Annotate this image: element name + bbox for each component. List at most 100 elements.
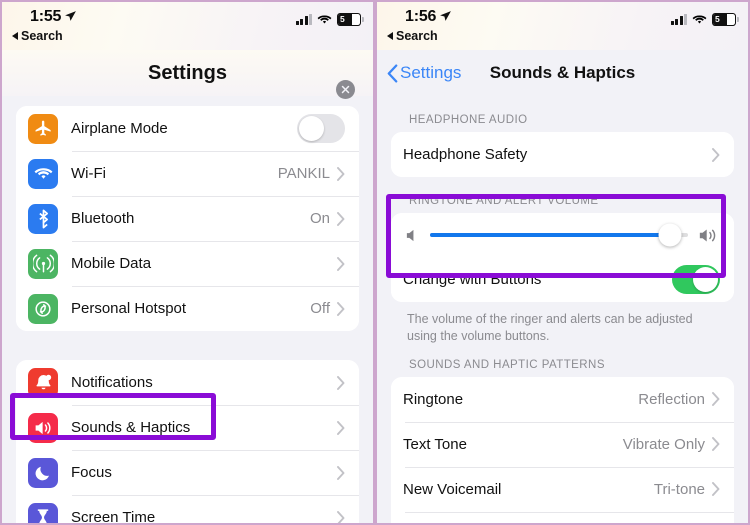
list-item-value: Off	[310, 300, 330, 317]
chevron-left-icon	[387, 63, 398, 83]
list-item[interactable]: New Mail	[391, 511, 734, 523]
back-button-label: Settings	[400, 63, 462, 82]
chevron-right-icon	[712, 392, 720, 407]
cellular-antenna-icon	[28, 248, 58, 279]
close-icon[interactable]	[336, 80, 355, 99]
airplane-mode-toggle[interactable]	[297, 114, 345, 143]
list-item[interactable]: Mobile Data	[16, 241, 359, 286]
chevron-right-icon	[337, 301, 345, 316]
left-settings-scroll[interactable]: Airplane Mode Wi-Fi PANKIL Bluetooth On …	[2, 106, 373, 525]
settings-group-patterns: Ringtone Reflection Text Tone Vibrate On…	[391, 376, 734, 523]
triangle-left-icon	[12, 32, 18, 40]
sidebar-item-sounds-haptics[interactable]: Sounds & Haptics	[16, 405, 359, 450]
screenshot-stage: 1:55 Search 5 Settings Airplane Mode Wi-…	[0, 0, 750, 525]
slider-fill	[430, 233, 670, 237]
ringtone-volume-slider-row[interactable]	[391, 213, 734, 257]
change-with-buttons-toggle[interactable]	[672, 265, 720, 294]
wifi-icon	[28, 158, 58, 189]
location-arrow-icon	[440, 11, 451, 21]
change-with-buttons-row[interactable]: Change with Buttons	[391, 257, 734, 302]
battery-icon: 5	[337, 13, 361, 26]
list-item-value: PANKIL	[277, 165, 330, 182]
chevron-right-icon	[337, 166, 345, 181]
chevron-right-icon	[712, 147, 720, 162]
list-item-label: Bluetooth	[71, 210, 135, 227]
ringtone-volume-footnote: The volume of the ringer and alerts can …	[407, 312, 693, 343]
left-phone-screen: 1:55 Search 5 Settings Airplane Mode Wi-…	[0, 0, 375, 525]
chevron-right-icon	[337, 465, 345, 480]
list-item[interactable]: Ringtone Reflection	[391, 376, 734, 422]
page-title-text: Settings	[148, 61, 227, 84]
chevron-right-icon	[337, 510, 345, 523]
location-arrow-icon	[65, 11, 76, 21]
back-label: Search	[396, 29, 438, 43]
list-item-label: Notifications	[71, 374, 153, 391]
section-header-headphone-audio: HEADPHONE AUDIO	[409, 114, 528, 126]
cellular-bars-icon	[670, 13, 687, 25]
list-item-label: Wi-Fi	[71, 165, 106, 182]
chevron-right-icon	[712, 482, 720, 497]
speaker-high-icon	[699, 229, 716, 241]
list-item-label: Personal Hotspot	[71, 300, 187, 317]
list-item[interactable]: Headphone Safety	[391, 132, 734, 177]
settings-group-system: Notifications Sounds & Haptics Focus Scr…	[16, 360, 359, 525]
airplane-icon	[28, 113, 58, 144]
list-item-label: Text Tone	[403, 435, 467, 453]
list-item[interactable]: Bluetooth On	[16, 196, 359, 241]
list-item-label: Sounds & Haptics	[71, 419, 191, 436]
list-item[interactable]: Wi-Fi PANKIL	[16, 151, 359, 196]
right-status-bar: 1:56 Search 5	[377, 2, 748, 50]
chevron-right-icon	[337, 256, 345, 271]
list-item[interactable]: Airplane Mode	[16, 106, 359, 151]
list-item[interactable]: New Voicemail Tri-tone	[391, 466, 734, 512]
status-time: 1:56	[405, 8, 437, 25]
back-label: Search	[21, 29, 63, 43]
list-item[interactable]: Text Tone Vibrate Only	[391, 421, 734, 467]
list-item-value: Reflection	[638, 390, 705, 408]
slider-handle[interactable]	[658, 223, 682, 247]
settings-group-headphone-audio: Headphone Safety	[391, 132, 734, 177]
list-item-label: Change with Buttons	[403, 271, 542, 288]
list-item-value: Tri-tone	[653, 480, 705, 498]
status-time: 1:55	[30, 8, 62, 25]
cellular-bars-icon	[295, 13, 312, 25]
triangle-left-icon	[387, 32, 393, 40]
chevron-right-icon	[712, 437, 720, 452]
battery-level: 5	[715, 14, 720, 24]
list-item-value: On	[309, 210, 330, 227]
battery-level: 5	[340, 14, 345, 24]
settings-group-ringtone-volume: Change with Buttons	[391, 213, 734, 302]
list-item-label: Screen Time	[71, 509, 156, 525]
list-item[interactable]: Screen Time	[16, 495, 359, 525]
back-to-search-button[interactable]: Search	[387, 29, 438, 43]
list-item[interactable]: Personal Hotspot Off	[16, 286, 359, 331]
back-button[interactable]: Settings	[387, 63, 461, 83]
list-item-label: Ringtone	[403, 390, 464, 408]
list-item-label: Focus	[71, 464, 112, 481]
status-indicators: 5	[295, 13, 364, 26]
list-item-label: Airplane Mode	[71, 120, 168, 137]
ringtone-volume-slider[interactable]	[430, 223, 688, 247]
status-indicators: 5	[670, 13, 739, 26]
section-header-ringtone-volume: RINGTONE AND ALERT VOLUME	[409, 195, 599, 207]
settings-group-connectivity: Airplane Mode Wi-Fi PANKIL Bluetooth On …	[16, 106, 359, 331]
wifi-icon	[692, 15, 707, 24]
list-item[interactable]: Notifications	[16, 360, 359, 405]
back-to-search-button[interactable]: Search	[12, 29, 63, 43]
list-item[interactable]: Focus	[16, 450, 359, 495]
hotspot-link-icon	[28, 293, 58, 324]
navigation-bar: Settings Sounds & Haptics	[377, 50, 748, 96]
list-item-label: Mobile Data	[71, 255, 152, 272]
right-phone-screen: 1:56 Search 5 Settings Sounds & Haptics …	[375, 0, 750, 525]
chevron-right-icon	[337, 375, 345, 390]
hourglass-icon	[28, 502, 58, 523]
bluetooth-icon	[28, 203, 58, 234]
speaker-waves-icon	[28, 412, 58, 443]
chevron-right-icon	[337, 420, 345, 435]
battery-icon: 5	[712, 13, 736, 26]
list-item-label: Headphone Safety	[403, 146, 528, 163]
moon-icon	[28, 457, 58, 488]
right-settings-scroll[interactable]: HEADPHONE AUDIO Headphone Safety RINGTON…	[377, 96, 748, 523]
chevron-right-icon	[337, 211, 345, 226]
speaker-low-icon	[406, 229, 414, 241]
